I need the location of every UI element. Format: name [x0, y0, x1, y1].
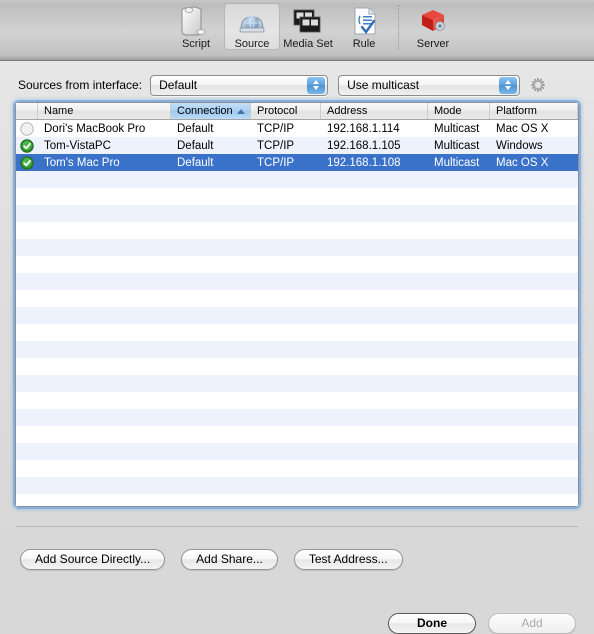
action-button-row: Add Source Directly... Add Share... Test…: [20, 549, 403, 570]
sources-from-interface-label: Sources from interface:: [18, 78, 143, 92]
column-header-check[interactable]: [16, 103, 38, 119]
table-empty-row: [16, 273, 578, 290]
table-row[interactable]: Tom's Mac Pro Default TCP/IP 192.168.1.108 M…: [16, 154, 578, 171]
confirm-button-row: Done Add: [388, 613, 576, 634]
bottom-divider: [16, 526, 578, 527]
green-check-icon: [20, 155, 34, 170]
cell-name: Dori's MacBook Pro: [44, 122, 146, 135]
add-button: Add: [488, 613, 576, 634]
done-button[interactable]: Done: [388, 613, 476, 634]
table-body: Dori's MacBook Pro Default TCP/IP 192.168.1…: [16, 120, 578, 506]
column-header-platform[interactable]: Platform: [490, 103, 578, 119]
green-check-icon: [20, 138, 34, 153]
row-status-cell[interactable]: [16, 155, 38, 170]
add-share-button[interactable]: Add Share...: [181, 549, 278, 570]
progress-spinner: [530, 77, 546, 93]
toolbar-separator: [398, 5, 399, 49]
table-empty-row: [16, 222, 578, 239]
table-empty-row: [16, 256, 578, 273]
add-source-directly-button[interactable]: Add Source Directly...: [20, 549, 166, 570]
column-header-connection-label: Connection: [177, 105, 233, 117]
sources-table[interactable]: Name Connection Protocol Address Mode Pl…: [15, 102, 579, 507]
table-empty-row: [16, 188, 578, 205]
row-status-cell[interactable]: [16, 138, 38, 153]
rule-document-icon: [354, 7, 376, 35]
column-header-mode[interactable]: Mode: [428, 103, 490, 119]
cell-mode: Multicast: [434, 139, 480, 152]
interface-popup-value: Default: [159, 78, 198, 92]
table-empty-row: [16, 494, 578, 506]
source-globe-icon: [239, 15, 265, 33]
table-row[interactable]: Tom-VistaPC Default TCP/IP 192.168.1.105 Mul…: [16, 137, 578, 154]
cell-proto: TCP/IP: [257, 139, 295, 152]
cell-mode: Multicast: [434, 122, 480, 135]
empty-circle-icon: [20, 121, 34, 136]
table-empty-row: [16, 205, 578, 222]
toolbar-item-media-set[interactable]: Media Set: [280, 3, 336, 50]
test-address-button[interactable]: Test Address...: [293, 549, 403, 570]
cell-addr: 192.168.1.108: [327, 156, 401, 169]
table-empty-row: [16, 409, 578, 426]
table-header-row: Name Connection Protocol Address Mode Pl…: [16, 103, 578, 120]
chevron-updown-icon: [499, 76, 518, 94]
cell-addr: 192.168.1.114: [327, 122, 400, 135]
discovery-popup-button[interactable]: Use multicast: [338, 74, 521, 96]
cell-name: Tom's Mac Pro: [44, 156, 120, 169]
column-header-connection[interactable]: Connection: [171, 103, 251, 119]
cell-plat: Mac OS X: [496, 156, 549, 169]
cell-plat: Windows: [496, 139, 543, 152]
sources-filter-row: Sources from interface: Default Use mult…: [18, 73, 578, 97]
toolbar: Script Source Media Set Rule Server: [0, 0, 594, 61]
toolbar-items: Script Source Media Set Rule Server: [168, 3, 461, 50]
table-empty-row: [16, 460, 578, 477]
table-empty-row: [16, 290, 578, 307]
cell-conn: Default: [177, 122, 214, 135]
toolbar-item-script-label: Script: [181, 38, 211, 50]
table-empty-row: [16, 307, 578, 324]
cell-addr: 192.168.1.105: [327, 139, 401, 152]
toolbar-item-server[interactable]: Server: [405, 3, 461, 50]
discovery-popup-value: Use multicast: [347, 78, 420, 92]
table-empty-row: [16, 171, 578, 188]
toolbar-item-rule-label: Rule: [352, 38, 376, 50]
toolbar-item-source[interactable]: Source: [224, 3, 280, 50]
table-empty-row: [16, 358, 578, 375]
server-cube-icon: [422, 10, 445, 31]
table-row[interactable]: Dori's MacBook Pro Default TCP/IP 192.168.1…: [16, 120, 578, 137]
cell-proto: TCP/IP: [257, 122, 295, 135]
table-empty-row: [16, 341, 578, 358]
sort-ascending-icon: [236, 108, 245, 114]
column-header-name[interactable]: Name: [38, 103, 171, 119]
table-empty-row: [16, 477, 578, 494]
table-empty-row: [16, 426, 578, 443]
table-empty-row: [16, 392, 578, 409]
table-empty-row: [16, 239, 578, 256]
toolbar-item-media-set-label: Media Set: [283, 38, 333, 50]
script-scroll-icon: [181, 6, 206, 36]
cell-conn: Default: [177, 156, 214, 169]
media-set-icon: [293, 9, 321, 33]
cell-conn: Default: [177, 139, 214, 152]
toolbar-item-rule[interactable]: Rule: [336, 3, 392, 50]
column-header-address[interactable]: Address: [321, 103, 428, 119]
row-status-cell[interactable]: [16, 121, 38, 136]
table-empty-row: [16, 324, 578, 341]
toolbar-item-script[interactable]: Script: [168, 3, 224, 50]
cell-mode: Multicast: [434, 156, 480, 169]
column-header-protocol[interactable]: Protocol: [251, 103, 321, 119]
add-source-sheet: Sources from interface: Default Use mult…: [0, 61, 594, 634]
table-empty-row: [16, 443, 578, 460]
table-empty-row: [16, 375, 578, 392]
interface-popup-button[interactable]: Default: [150, 74, 329, 96]
toolbar-item-server-label: Server: [416, 38, 450, 50]
cell-proto: TCP/IP: [257, 156, 295, 169]
toolbar-item-source-label: Source: [234, 38, 270, 50]
chevron-updown-icon: [307, 76, 326, 94]
cell-plat: Mac OS X: [496, 122, 549, 135]
cell-name: Tom-VistaPC: [44, 139, 111, 152]
